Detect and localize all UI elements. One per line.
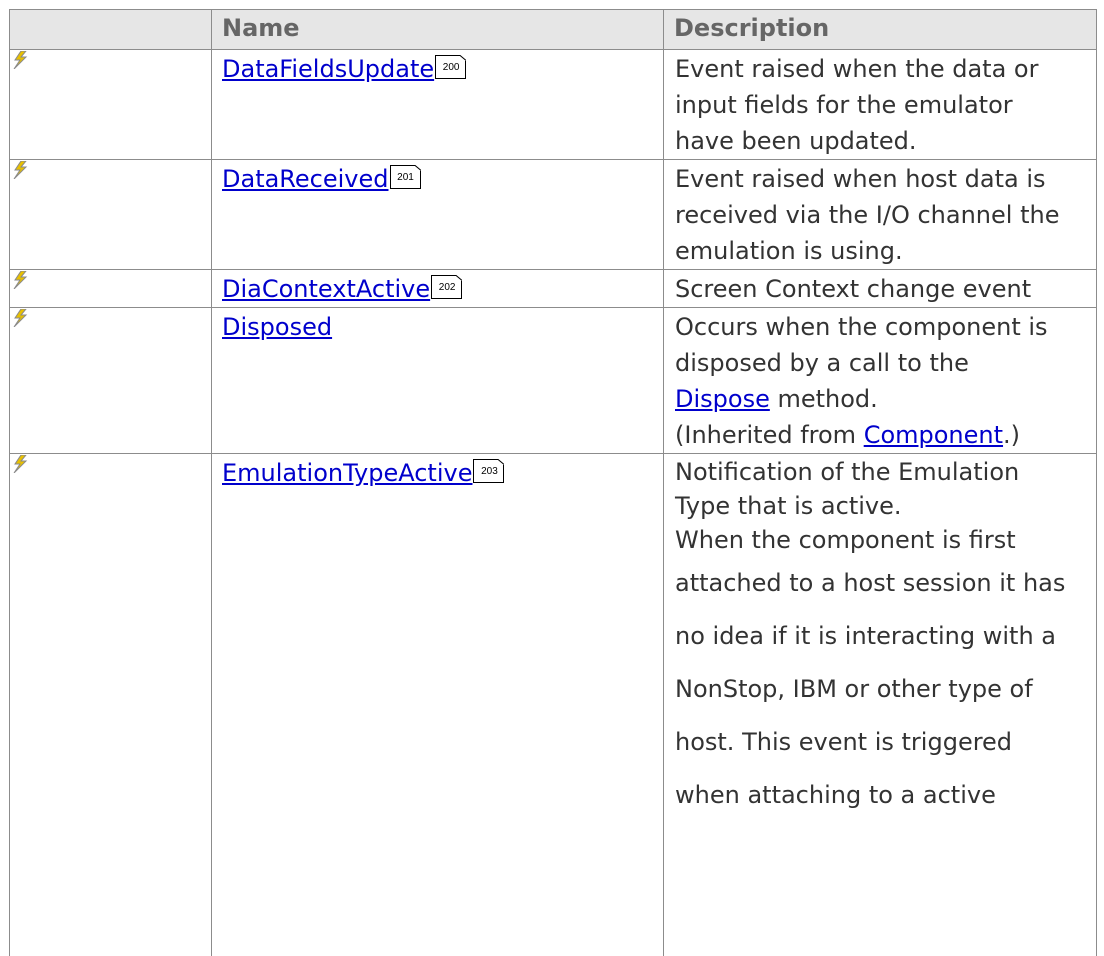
description-line: Occurs when the component is [675,313,1048,341]
page-reference-number: 202 [438,282,456,293]
icon-cell [9,269,212,308]
event-link-datareceived[interactable]: DataReceived [222,165,389,193]
description-cell: Occurs when the component is disposed by… [663,307,1097,454]
page-reference[interactable]: 202 [431,275,463,299]
description-line: Event raised when host data is [675,165,1046,193]
description-line: Event raised when the data or [675,55,1039,83]
page-reference[interactable]: 203 [473,459,505,483]
event-lightning-icon [13,161,28,179]
description-line: Dispose method. [675,381,1096,417]
event-lightning-icon [13,455,28,473]
header-description-column: Description [663,9,1097,50]
inherited-prefix: (Inherited from [675,421,864,449]
description-line: input fields for the emulator [675,91,1013,119]
method-text: method. [769,385,878,413]
header-name-column: Name [211,9,664,50]
table-row: DataFieldsUpdate 200 Event raised when th… [9,49,1097,160]
description-line: NonStop, IBM or other type of [675,675,1033,703]
table-row: DataReceived 201 Event raised when host d… [9,159,1097,270]
description-line: Notification of the Emulation [675,458,1020,486]
icon-cell [9,49,212,160]
icon-cell [9,307,212,454]
component-class-link[interactable]: Component [864,421,1003,449]
page-reference[interactable]: 201 [389,165,421,189]
inherited-suffix: .) [1003,421,1021,449]
description-line: host. This event is triggered [675,728,1013,756]
table-row: EmulationTypeActive 203 Notification of t… [9,453,1097,956]
event-link-emulationtypeactive[interactable]: EmulationTypeActive [222,459,472,487]
dispose-method-link[interactable]: Dispose [675,385,770,413]
name-cell: Disposed [211,307,664,454]
table-row: Disposed Occurs when the component is di… [9,307,1097,454]
icon-cell [9,159,212,270]
description-line: no idea if it is interacting with a [675,622,1057,650]
description-line: when attaching to a active [675,781,996,809]
table-header-row: Name Description [9,9,1097,50]
name-cell: DiaContextActive 202 [211,269,664,308]
name-cell: DataReceived 201 [211,159,664,270]
icon-cell [9,453,212,956]
event-link-diacontextactive[interactable]: DiaContextActive [222,275,430,303]
description-line: attached to a host session it has [675,569,1066,597]
description-line: emulation is using. [675,237,903,265]
name-cell: EmulationTypeActive 203 [211,453,664,956]
page-reference-number: 201 [397,172,414,183]
description-cell: Event raised when host data is received … [663,159,1097,270]
description-cell: Screen Context change event [663,269,1097,308]
events-table: Name Description DataFieldsUpdate 200 Eve… [9,9,1097,956]
event-link-datafieldsupdate[interactable]: DataFieldsUpdate [222,55,434,83]
event-lightning-icon [13,309,28,327]
event-lightning-icon [13,271,28,289]
table-row: DiaContextActive 202 Screen Context chang… [9,269,1097,308]
description-line: have been updated. [675,127,917,155]
inherited-note: (Inherited from Component.) [675,417,1096,453]
description-cell: Notification of the Emulation Type that … [663,453,1097,956]
event-lightning-icon [13,51,28,69]
page-reference-number: 200 [442,62,460,73]
description-line: disposed by a call to the [675,349,969,377]
description-cell: Event raised when the data or input fiel… [663,49,1097,160]
event-link-disposed[interactable]: Disposed [222,313,332,341]
description-line: Screen Context change event [675,275,1032,303]
name-cell: DataFieldsUpdate 200 [211,49,664,160]
description-line: Type that is active. [675,492,902,520]
page-reference-number: 203 [481,466,498,477]
description-line: received via the I/O channel the [675,201,1060,229]
description-line: When the component is first [675,526,1016,554]
page-reference[interactable]: 200 [435,55,467,79]
header-icon-column [9,9,212,50]
